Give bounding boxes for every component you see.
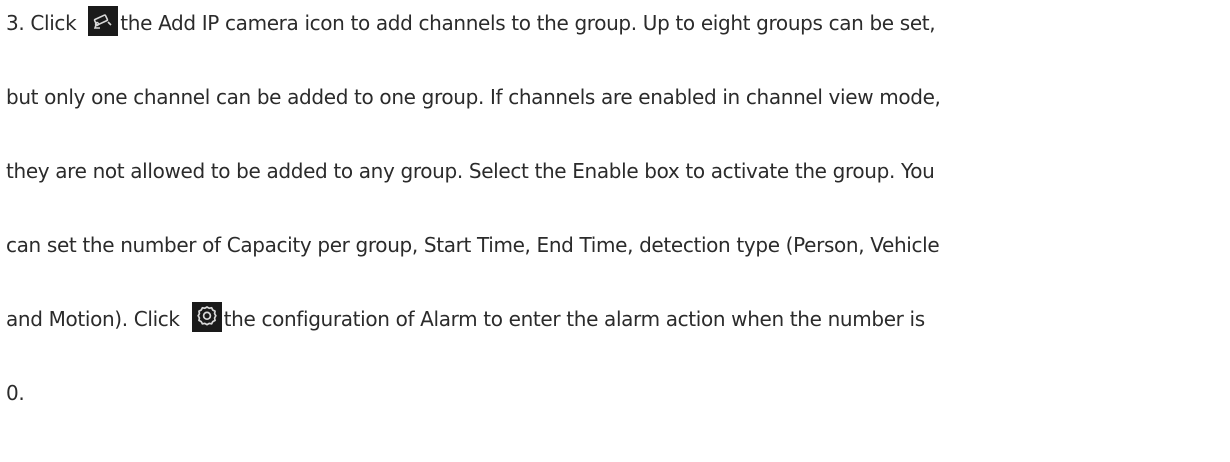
- paragraph-line-6: 0.: [6, 381, 25, 405]
- paragraph-line-4: can set the number of Capacity per group…: [6, 233, 940, 257]
- paragraph-line-1: 3. Click the Add IP camera icon to add c…: [6, 6, 936, 40]
- step-text-alarm-config: the configuration of Alarm to enter the …: [223, 307, 926, 331]
- add-ip-camera-icon: [88, 6, 119, 36]
- step-text-add-ip-camera: the Add IP camera icon to add channels t…: [120, 11, 936, 35]
- paragraph-line-2: but only one channel can be added to one…: [6, 85, 941, 109]
- step-text-and-motion: and Motion). Click: [6, 307, 180, 331]
- gear-icon: [191, 302, 222, 332]
- paragraph-line-3: they are not allowed to be added to any …: [6, 159, 935, 183]
- paragraph-line-5: and Motion). Click the configuration of …: [6, 302, 925, 336]
- step-text-click: 3. Click: [6, 11, 77, 35]
